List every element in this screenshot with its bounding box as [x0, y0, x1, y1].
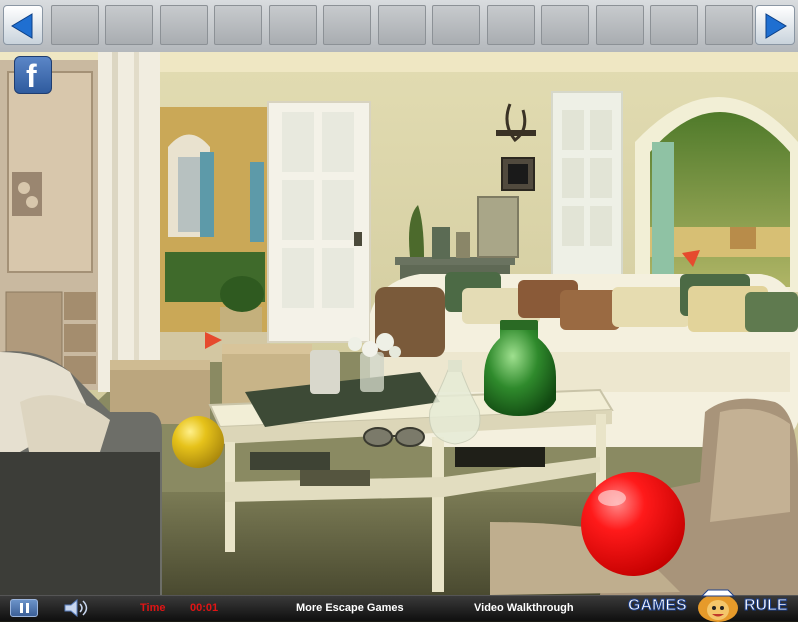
- logo-text-left: GAMES: [628, 597, 688, 615]
- inventory-slot[interactable]: [269, 5, 317, 45]
- inventory-slot[interactable]: [650, 5, 698, 45]
- inventory-slot[interactable]: [705, 5, 753, 45]
- pause-icon: [20, 603, 23, 613]
- status-bar: Time 00:01 More Escape Games Video Walkt…: [0, 589, 798, 622]
- inventory-slot[interactable]: [51, 5, 99, 45]
- scroll-left-button[interactable]: [3, 5, 43, 45]
- facebook-button[interactable]: f: [14, 56, 52, 94]
- inventory-slot[interactable]: [432, 5, 480, 45]
- speaker-icon[interactable]: [62, 598, 90, 618]
- arrow-left-icon: [11, 13, 33, 39]
- inventory-slot[interactable]: [378, 5, 426, 45]
- arrow-right-icon: [765, 13, 787, 39]
- logo-text-right: RULE: [744, 597, 789, 615]
- red-ball[interactable]: [581, 472, 685, 576]
- inventory-slot[interactable]: [487, 5, 535, 45]
- scroll-right-button[interactable]: [755, 5, 795, 45]
- yellow-ball[interactable]: [172, 416, 224, 468]
- pause-button[interactable]: [10, 599, 38, 617]
- gamesrule-logo[interactable]: GAMES RULE: [626, 588, 796, 622]
- room-illustration: [0, 52, 798, 595]
- more-games-link[interactable]: More Escape Games: [296, 602, 404, 614]
- lion-mascot-icon: [698, 589, 738, 622]
- inventory-slot[interactable]: [160, 5, 208, 45]
- walkthrough-link[interactable]: Video Walkthrough: [474, 602, 574, 614]
- inventory-bar: [0, 0, 798, 53]
- game-scene[interactable]: [0, 52, 798, 595]
- timer-label: Time: [140, 602, 166, 614]
- inventory-slot[interactable]: [323, 5, 371, 45]
- inventory-slot[interactable]: [541, 5, 589, 45]
- facebook-icon: f: [26, 58, 37, 94]
- inventory-slot[interactable]: [214, 5, 262, 45]
- inventory-slot[interactable]: [596, 5, 644, 45]
- timer-value: 00:01: [190, 602, 219, 614]
- inventory-slot[interactable]: [105, 5, 153, 45]
